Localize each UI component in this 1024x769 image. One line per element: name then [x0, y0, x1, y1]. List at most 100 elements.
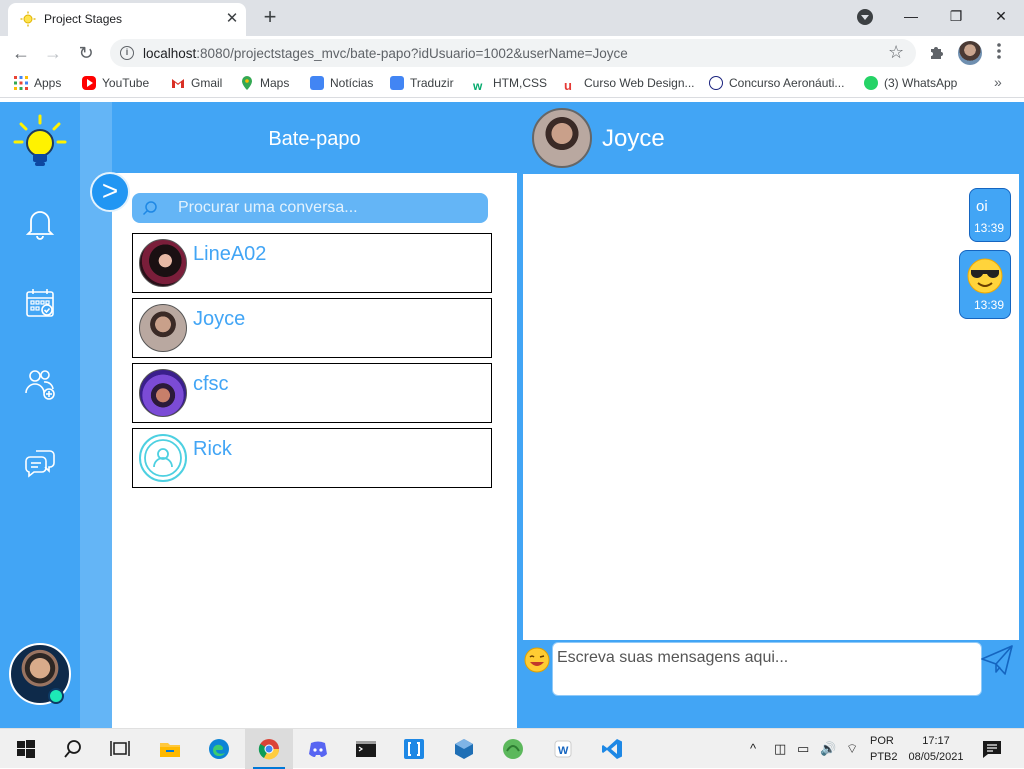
apps-grid-icon — [14, 76, 28, 90]
virtualbox-icon[interactable] — [452, 737, 476, 761]
chat-contact-avatar[interactable] — [532, 108, 592, 168]
browser-profile-avatar[interactable] — [958, 41, 982, 65]
tray-wifi-icon[interactable]: ⌔ — [846, 741, 858, 757]
message-area: oi 13:39 13:39 — [523, 174, 1019, 640]
contact-item-rick[interactable]: Rick — [132, 428, 492, 488]
online-status-indicator — [48, 688, 64, 704]
reload-button[interactable]: ↻ — [74, 41, 98, 65]
browser-toolbar: ← → ↻ i localhost:8080/projectstages_mvc… — [0, 36, 1024, 70]
contact-avatar — [139, 369, 187, 417]
tab-search-dropdown-icon[interactable] — [857, 9, 873, 25]
bookmark-gmail[interactable]: Gmail — [171, 76, 222, 90]
bookmark-apps[interactable]: Apps — [14, 76, 61, 90]
calendar-icon[interactable] — [22, 285, 58, 321]
forward-button[interactable]: → — [41, 41, 65, 65]
site-info-icon[interactable]: i — [120, 46, 134, 60]
default-user-icon — [144, 439, 182, 477]
bookmarks-bar: Apps YouTube Gmail Maps Notícias Traduzi… — [0, 70, 1024, 98]
search-taskbar-icon[interactable] — [61, 737, 85, 761]
back-button[interactable]: ← — [9, 41, 33, 65]
lightbulb-logo-icon[interactable] — [12, 114, 68, 170]
browser-menu-icon[interactable] — [993, 43, 1005, 59]
search-box[interactable] — [132, 193, 488, 223]
close-window-button[interactable]: ✕ — [986, 4, 1016, 28]
contact-name: cfsc — [193, 373, 229, 395]
message-bubble: oi 13:39 — [969, 188, 1011, 242]
tray-battery-icon[interactable]: ▭ — [797, 741, 809, 757]
app-root: Bate-papo LineA02 Joyce cfsc R — [0, 102, 1024, 728]
collapse-sidebar-button[interactable]: > — [90, 172, 130, 212]
green-app-icon[interactable] — [501, 737, 525, 761]
terminal-icon[interactable] — [354, 737, 378, 761]
contact-avatar — [139, 304, 187, 352]
bookmark-youtube[interactable]: YouTube — [82, 76, 149, 90]
add-user-icon[interactable] — [22, 365, 58, 401]
task-view-icon[interactable] — [108, 737, 132, 761]
url-text[interactable]: localhost:8080/projectstages_mvc/bate-pa… — [143, 46, 628, 61]
bell-icon[interactable] — [22, 205, 58, 241]
file-explorer-icon[interactable] — [158, 737, 182, 761]
new-tab-button[interactable]: + — [258, 5, 282, 29]
minimize-button[interactable]: — — [896, 4, 926, 28]
chrome-icon[interactable] — [257, 737, 281, 761]
contact-avatar — [139, 239, 187, 287]
tray-expand-icon[interactable]: ^ — [750, 741, 756, 756]
message-time: 13:39 — [973, 221, 1004, 235]
system-clock[interactable]: 17:17 08/05/2021 — [906, 733, 966, 765]
bookmark-traduzir[interactable]: Traduzir — [390, 76, 454, 90]
extensions-puzzle-icon[interactable] — [928, 43, 946, 61]
translate-icon — [390, 76, 404, 90]
edge-icon[interactable] — [207, 737, 231, 761]
writing-app-icon[interactable]: W — [551, 737, 575, 761]
chat-panel: Joyce oi 13:39 13:39 — [517, 102, 1024, 728]
brackets-icon[interactable] — [402, 737, 426, 761]
windows-taskbar: W ^ ◫ ▭ 🔊 ⌔ POR PTB2 17:17 08/05/2021 — [0, 728, 1024, 769]
discord-icon[interactable] — [306, 737, 330, 761]
course-icon: u — [564, 78, 572, 93]
bookmarks-more-button[interactable]: » — [994, 74, 1002, 90]
notifications-icon[interactable] — [980, 737, 1004, 761]
bookmark-maps[interactable]: Maps — [240, 76, 289, 90]
input-language[interactable]: POR PTB2 — [870, 733, 898, 765]
search-input[interactable] — [178, 197, 478, 219]
message-time: 13:39 — [973, 298, 1004, 312]
bookmark-whatsapp[interactable]: (3) WhatsApp — [864, 76, 957, 90]
gmail-icon — [172, 79, 184, 88]
bookmark-noticias[interactable]: Notícias — [310, 76, 373, 90]
bookmark-htm-css[interactable]: w HTM,CSS — [473, 76, 547, 93]
tab-close-icon[interactable]: ✕ — [222, 9, 242, 29]
message-input[interactable] — [552, 642, 982, 696]
news-icon — [310, 76, 324, 90]
contact-name: Rick — [193, 438, 232, 460]
contact-name: Joyce — [193, 308, 246, 330]
bookmark-concurso[interactable]: Concurso Aeronáuti... — [709, 76, 844, 90]
vscode-icon[interactable] — [600, 737, 624, 761]
conversation-list-panel: Bate-papo LineA02 Joyce cfsc R — [112, 102, 517, 728]
tray-meet-icon[interactable]: ◫ — [774, 741, 786, 757]
address-bar[interactable]: i localhost:8080/projectstages_mvc/bate-… — [110, 39, 916, 67]
message-bubble: 13:39 — [959, 250, 1011, 319]
emoji-picker-icon[interactable] — [524, 647, 550, 673]
bookmark-curso-web-design[interactable]: u Curso Web Design... — [564, 76, 695, 93]
w3-icon: w — [473, 79, 483, 93]
tray-volume-icon[interactable]: 🔊 — [820, 741, 836, 757]
chat-icon[interactable] — [22, 445, 58, 481]
windows-start-icon[interactable] — [14, 737, 38, 761]
contact-item-linea02[interactable]: LineA02 — [132, 233, 492, 293]
browser-tab-project-stages[interactable]: Project Stages ✕ — [8, 3, 246, 36]
lightbulb-favicon-icon — [20, 11, 36, 27]
whatsapp-icon — [864, 76, 878, 90]
contact-item-joyce[interactable]: Joyce — [132, 298, 492, 358]
tab-title: Project Stages — [44, 12, 123, 26]
conversation-list-header: Bate-papo — [112, 102, 517, 173]
bookmark-star-icon[interactable]: ☆ — [888, 42, 904, 63]
contact-avatar — [139, 434, 187, 482]
contest-icon — [709, 76, 723, 90]
send-icon[interactable] — [979, 642, 1015, 678]
youtube-icon — [82, 76, 96, 90]
sunglasses-emoji-icon — [967, 258, 1003, 294]
conversation-list-title: Bate-papo — [268, 128, 361, 150]
contact-item-cfsc[interactable]: cfsc — [132, 363, 492, 423]
contact-name: LineA02 — [193, 243, 267, 265]
maximize-button[interactable]: ❐ — [941, 4, 971, 28]
